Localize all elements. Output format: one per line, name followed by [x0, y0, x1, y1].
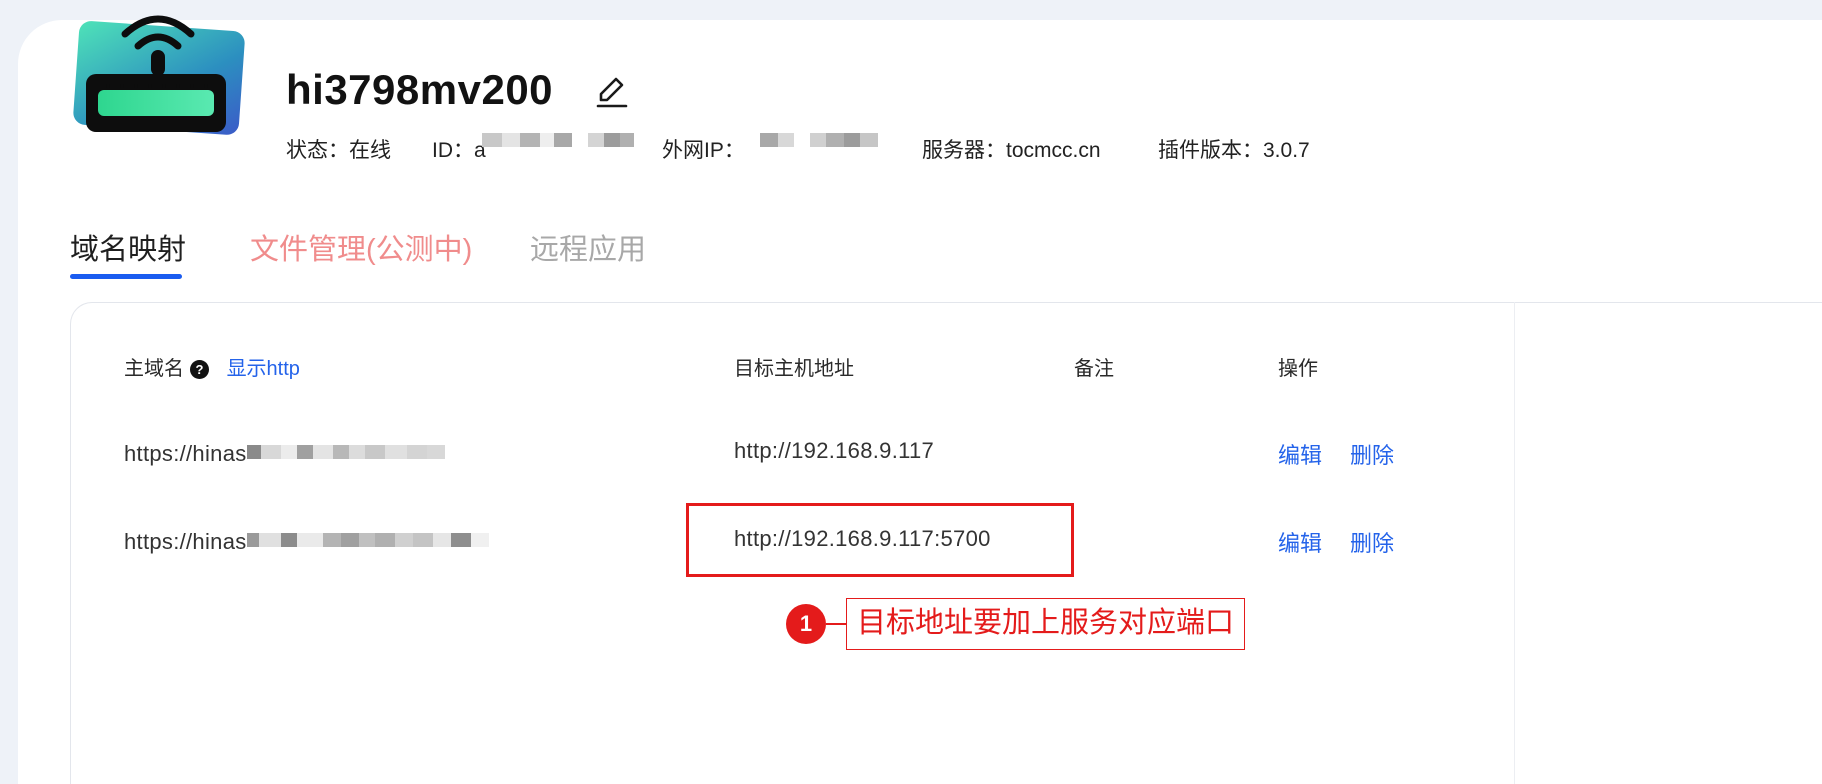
- pencil-edit-icon[interactable]: [592, 72, 632, 112]
- tab-remote-apps[interactable]: 远程应用: [530, 226, 646, 268]
- device-id: ID：a: [432, 134, 486, 164]
- row-1-domain-text: https://hinas: [124, 441, 247, 466]
- device-id-label: ID：: [432, 139, 474, 162]
- row-2-domain-text: https://hinas: [124, 529, 247, 554]
- header-domain: 主域名? 显示http: [124, 352, 300, 381]
- row-1-target: http://192.168.9.117: [734, 438, 935, 463]
- row-2-delete-button[interactable]: 删除: [1350, 526, 1394, 558]
- annotation-callout: 目标地址要加上服务对应端口: [846, 598, 1246, 650]
- plugin-version-text: 插件版本：3.0.7: [1158, 139, 1310, 162]
- table-divider: [1514, 302, 1515, 784]
- row-1-domain: https://hinas: [124, 438, 445, 467]
- row-2-domain: https://hinas: [124, 526, 489, 555]
- header-domain-label: 主域名: [124, 358, 184, 380]
- device-id-mask: [482, 128, 634, 152]
- header-note: 备注: [1074, 358, 1114, 380]
- wan-ip-label: 外网IP：: [662, 139, 745, 162]
- row-1-edit-button[interactable]: 编辑: [1278, 438, 1322, 470]
- status-text: 状态：在线: [286, 139, 391, 162]
- tab-file-management[interactable]: 文件管理(公测中): [250, 226, 472, 268]
- router-icon: [73, 15, 245, 135]
- tab-domain-mapping[interactable]: 域名映射: [70, 226, 186, 268]
- row-1-delete-button[interactable]: 删除: [1350, 438, 1394, 470]
- show-http-link[interactable]: 显示http: [227, 358, 300, 380]
- header-actions: 操作: [1278, 358, 1318, 380]
- server-text: 服务器：tocmcc.cn: [922, 139, 1101, 162]
- annotation-highlight-box: [686, 503, 1074, 577]
- row-1-domain-mask: [246, 438, 445, 464]
- annotation-number-badge: 1: [786, 604, 826, 644]
- header-target: 目标主机地址: [734, 358, 854, 380]
- row-2-edit-button[interactable]: 编辑: [1278, 526, 1322, 558]
- question-circle-icon[interactable]: ?: [190, 360, 209, 379]
- row-2-domain-mask: [246, 526, 489, 552]
- tab-active-indicator: [70, 274, 182, 279]
- wan-ip-mask: [760, 128, 878, 152]
- annotation-connector: [826, 623, 846, 625]
- device-name: hi3798mv200: [286, 66, 554, 113]
